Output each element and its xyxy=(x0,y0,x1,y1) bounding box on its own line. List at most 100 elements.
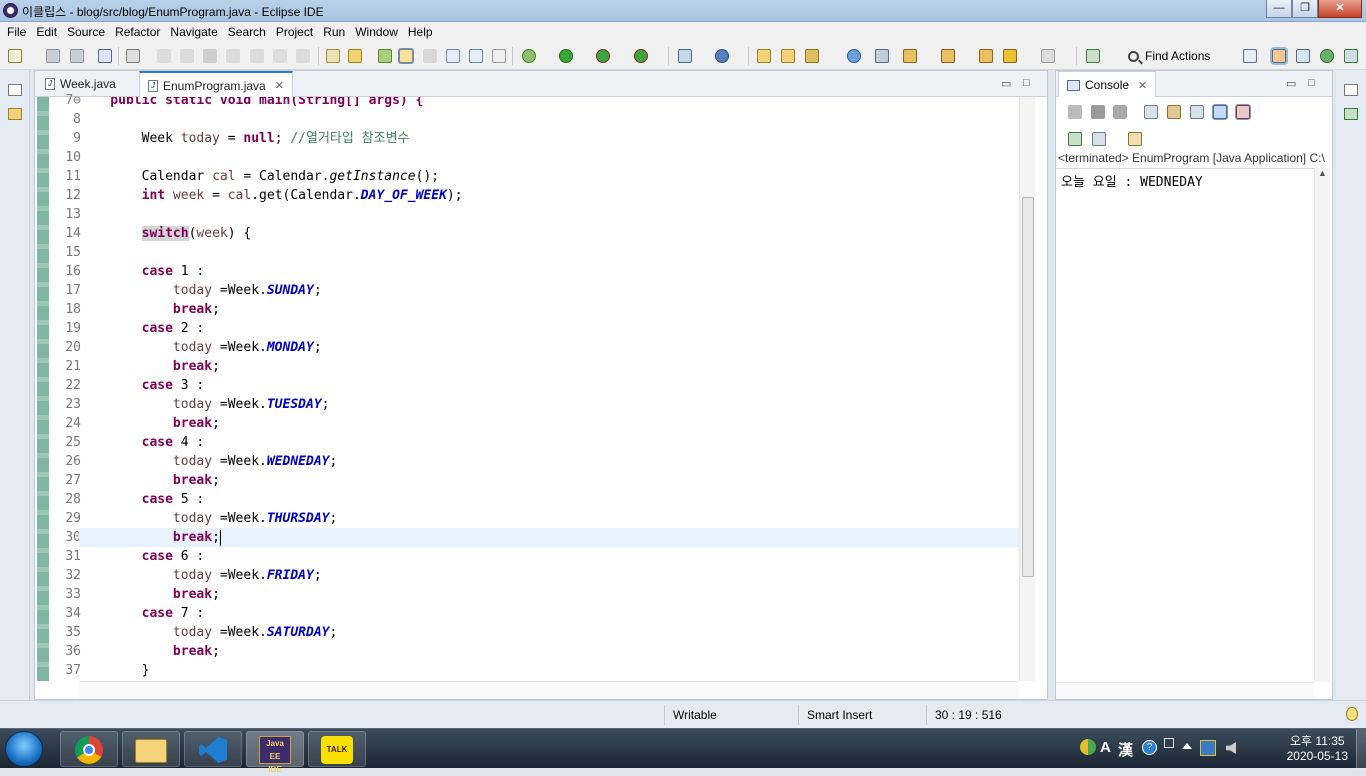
maximize-view-icon[interactable]: □ xyxy=(1023,77,1030,89)
open-perspective-icon[interactable] xyxy=(1243,49,1257,63)
show-hidden-icons-icon[interactable] xyxy=(1182,743,1192,749)
maximize-view-icon[interactable]: □ xyxy=(1308,77,1315,89)
pin-editor-icon[interactable] xyxy=(1086,49,1100,63)
navigate-icon[interactable] xyxy=(875,49,889,63)
kakaotalk-taskbar-button[interactable]: TALK xyxy=(308,731,366,767)
cursor-position-status[interactable]: 30 : 19 : 516 xyxy=(926,705,1054,725)
clear-console-icon[interactable] xyxy=(1144,105,1158,119)
java-ee-perspective-icon[interactable] xyxy=(1270,47,1288,65)
last-edit-icon[interactable] xyxy=(979,49,993,63)
menu-project[interactable]: Project xyxy=(271,25,318,39)
menu-help[interactable]: Help xyxy=(403,25,438,39)
external-tools-icon[interactable] xyxy=(634,49,648,63)
display-icon[interactable] xyxy=(1164,738,1174,748)
remove-launch-icon[interactable] xyxy=(1091,105,1105,119)
menu-source[interactable]: Source xyxy=(62,25,110,39)
step-return-icon[interactable] xyxy=(296,49,310,63)
search-pen-icon[interactable] xyxy=(805,49,819,63)
display-console-icon[interactable] xyxy=(1092,132,1106,146)
tab-enumprogram-java[interactable]: J EnumProgram.java ✕ xyxy=(139,71,293,98)
windows-start-icon[interactable] xyxy=(5,731,43,767)
close-button[interactable]: ✕ xyxy=(1318,0,1362,18)
vscode-taskbar-button[interactable] xyxy=(184,731,242,767)
show-on-error-icon[interactable] xyxy=(1235,104,1251,120)
open-project-icon[interactable] xyxy=(781,49,795,63)
menu-refactor[interactable]: Refactor xyxy=(110,25,165,39)
debug-perspective-icon[interactable] xyxy=(1320,49,1334,63)
save-all-icon[interactable] xyxy=(70,49,84,63)
clock[interactable]: 오후 11:35 2020-05-13 xyxy=(1287,734,1348,764)
editor-horizontal-scrollbar[interactable] xyxy=(79,681,1019,699)
close-tab-icon[interactable]: ✕ xyxy=(1138,79,1147,92)
language-bar-icon[interactable] xyxy=(1080,739,1096,755)
disconnect-icon[interactable] xyxy=(226,49,240,63)
maximize-button[interactable]: ❐ xyxy=(1292,0,1318,18)
new-java-class-icon[interactable] xyxy=(715,49,729,63)
web-browser-icon[interactable] xyxy=(847,49,861,63)
debug-icon[interactable] xyxy=(522,49,536,63)
resume-icon[interactable] xyxy=(157,49,171,63)
run-icon[interactable] xyxy=(559,49,573,63)
explorer-taskbar-button[interactable] xyxy=(122,731,180,767)
volume-icon[interactable] xyxy=(1226,742,1236,754)
forward-icon[interactable] xyxy=(1041,49,1055,63)
menu-edit[interactable]: Edit xyxy=(31,25,62,39)
word-wrap-icon[interactable] xyxy=(1190,105,1204,119)
mark-occurrences-icon[interactable] xyxy=(398,48,414,64)
chrome-taskbar-button[interactable] xyxy=(60,731,118,767)
menu-search[interactable]: Search xyxy=(223,25,271,39)
console-output[interactable]: 오늘 요일 : WEDNEDAY xyxy=(1056,168,1314,678)
editor-vertical-scrollbar[interactable] xyxy=(1019,97,1035,681)
java-ee-ide-taskbar-button[interactable]: Java EE IDE xyxy=(246,731,304,774)
remove-all-icon[interactable] xyxy=(1113,105,1127,119)
step-over-icon[interactable] xyxy=(273,49,287,63)
toggle-breadcrumb-icon[interactable] xyxy=(378,49,392,63)
next-annotation-icon[interactable] xyxy=(903,49,917,63)
block-selection-icon[interactable] xyxy=(423,49,437,63)
insert-mode-status[interactable]: Smart Insert xyxy=(798,705,926,725)
minimize-view-icon[interactable]: ▭ xyxy=(1001,77,1011,90)
back-icon[interactable] xyxy=(1003,49,1017,63)
ime-mode-indicator[interactable]: A xyxy=(1100,739,1111,756)
hanja-indicator[interactable]: 漢 xyxy=(1118,739,1133,760)
java-perspective-icon[interactable] xyxy=(1296,49,1310,63)
outline-view-icon[interactable] xyxy=(1344,108,1358,120)
show-on-output-icon[interactable] xyxy=(1212,104,1228,120)
menu-window[interactable]: Window xyxy=(350,25,403,39)
menu-run[interactable]: Run xyxy=(318,25,350,39)
new-server-icon[interactable] xyxy=(678,49,692,63)
terminate-icon[interactable] xyxy=(203,49,217,63)
skip-breakpoints-icon[interactable] xyxy=(126,49,140,63)
find-actions-button[interactable]: Find Actions xyxy=(1128,47,1210,65)
save-icon[interactable] xyxy=(46,49,60,63)
code-editor[interactable]: public static void main(String[] args) {… xyxy=(79,97,1019,681)
tab-console[interactable]: Console ✕ xyxy=(1058,71,1157,98)
help-icon[interactable]: ? xyxy=(1142,740,1157,755)
git-perspective-icon[interactable] xyxy=(1344,49,1358,63)
close-tab-icon[interactable]: ✕ xyxy=(275,79,284,92)
network-icon[interactable] xyxy=(1200,740,1216,756)
project-explorer-icon[interactable] xyxy=(8,108,22,120)
terminal-icon[interactable] xyxy=(98,49,112,63)
run-coverage-icon[interactable] xyxy=(596,49,610,63)
pin-console-icon[interactable] xyxy=(1068,132,1082,146)
open-console-icon[interactable] xyxy=(1128,132,1142,146)
restore-icon[interactable] xyxy=(1344,84,1358,96)
open-type-icon[interactable] xyxy=(348,49,362,63)
tip-icon[interactable] xyxy=(1346,707,1358,721)
open-folder-icon[interactable] xyxy=(757,49,771,63)
terminate-icon[interactable] xyxy=(1068,105,1082,119)
open-task-icon[interactable] xyxy=(326,49,340,63)
show-whitespace-icon[interactable] xyxy=(469,49,483,63)
paragraph-icon[interactable] xyxy=(492,49,506,63)
minimize-view-icon[interactable]: ▭ xyxy=(1286,77,1296,90)
scroll-lock-icon[interactable] xyxy=(1167,105,1181,119)
restore-icon[interactable] xyxy=(8,84,22,96)
menu-file[interactable]: File xyxy=(2,25,31,39)
menu-navigate[interactable]: Navigate xyxy=(165,25,222,39)
console-horizontal-scrollbar[interactable] xyxy=(1056,682,1314,699)
prev-annotation-icon[interactable] xyxy=(941,49,955,63)
step-into-icon[interactable] xyxy=(250,49,264,63)
show-desktop-button[interactable] xyxy=(1356,729,1366,769)
console-vertical-scrollbar[interactable]: ▲ xyxy=(1314,168,1330,682)
